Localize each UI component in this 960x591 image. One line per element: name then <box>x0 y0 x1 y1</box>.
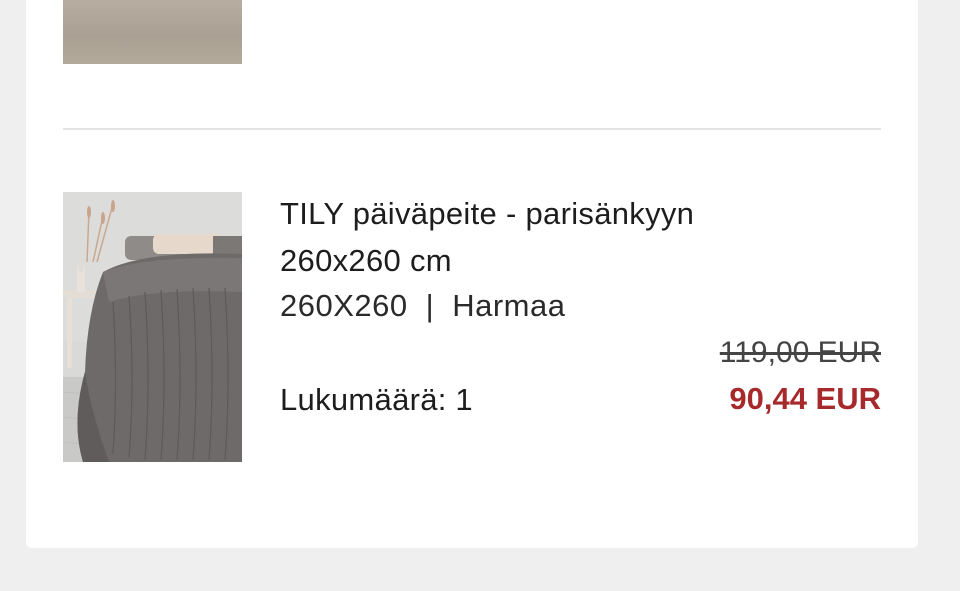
product-image[interactable] <box>63 192 242 462</box>
product-variant: 260X260 | Harmaa <box>280 284 565 328</box>
quantity-value: 1 <box>455 382 473 417</box>
variant-size: 260X260 <box>280 288 408 323</box>
bedspread-photo <box>63 192 242 462</box>
sale-price: 90,44 EUR <box>729 381 881 416</box>
quantity: Lukumäärä: 1 <box>280 378 473 422</box>
quantity-label: Lukumäärä: <box>280 382 447 417</box>
item-divider <box>63 128 881 130</box>
previous-item-image[interactable] <box>63 0 242 64</box>
original-price: 119,00 EUR <box>719 336 881 369</box>
variant-color: Harmaa <box>452 288 566 323</box>
product-title[interactable]: TILY päiväpeite - parisänkyyn 260x260 cm <box>280 190 800 284</box>
variant-separator: | <box>425 288 435 323</box>
